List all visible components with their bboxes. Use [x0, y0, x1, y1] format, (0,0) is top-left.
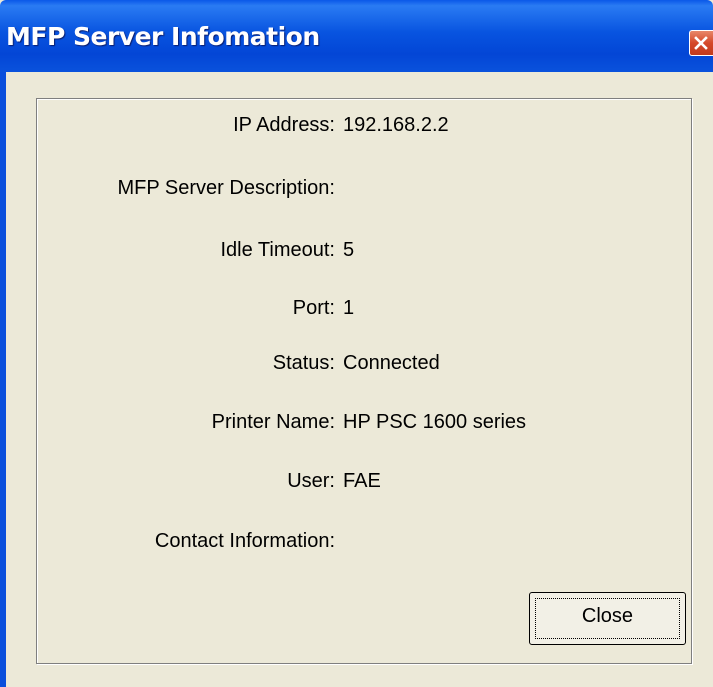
field-row-contact: Contact Information: [0, 525, 713, 557]
user-label: User: [287, 470, 335, 492]
window-border-left [0, 72, 6, 687]
mfp-server-info-dialog: MFP Server Infomation IP Address: 192.16… [0, 0, 713, 687]
window-title: MFP Server Infomation [6, 22, 320, 51]
printer-name-value: HP PSC 1600 series [343, 411, 527, 433]
close-button-label: Close [581, 605, 634, 627]
ip-address-value: 192.168.2.2 [343, 114, 449, 136]
contact-information-label: Contact Information: [154, 530, 335, 552]
port-label: Port: [292, 297, 335, 319]
field-row-user: User: FAE [0, 465, 713, 497]
field-row-port: Port: 1 [0, 292, 713, 324]
title-close-button[interactable] [689, 30, 713, 56]
close-button[interactable]: Close [529, 592, 686, 645]
status-label: Status: [272, 352, 335, 374]
ip-address-label: IP Address: [233, 114, 335, 136]
field-row-status: Status: Connected [0, 347, 713, 379]
printer-name-label: Printer Name: [211, 411, 335, 433]
field-row-idle-timeout: Idle Timeout: 5 [0, 234, 713, 266]
status-value: Connected [343, 352, 440, 374]
idle-timeout-value: 5 [343, 239, 355, 261]
title-bar[interactable]: MFP Server Infomation [0, 0, 713, 72]
description-label: MFP Server Description: [117, 177, 335, 199]
user-value: FAE [343, 470, 381, 492]
idle-timeout-label: Idle Timeout: [220, 239, 335, 261]
port-value: 1 [343, 297, 355, 319]
field-row-ip-address: IP Address: 192.168.2.2 [0, 109, 713, 141]
field-row-description: MFP Server Description: [0, 172, 713, 204]
field-row-printer-name: Printer Name: HP PSC 1600 series [0, 406, 713, 438]
close-icon [694, 36, 708, 50]
